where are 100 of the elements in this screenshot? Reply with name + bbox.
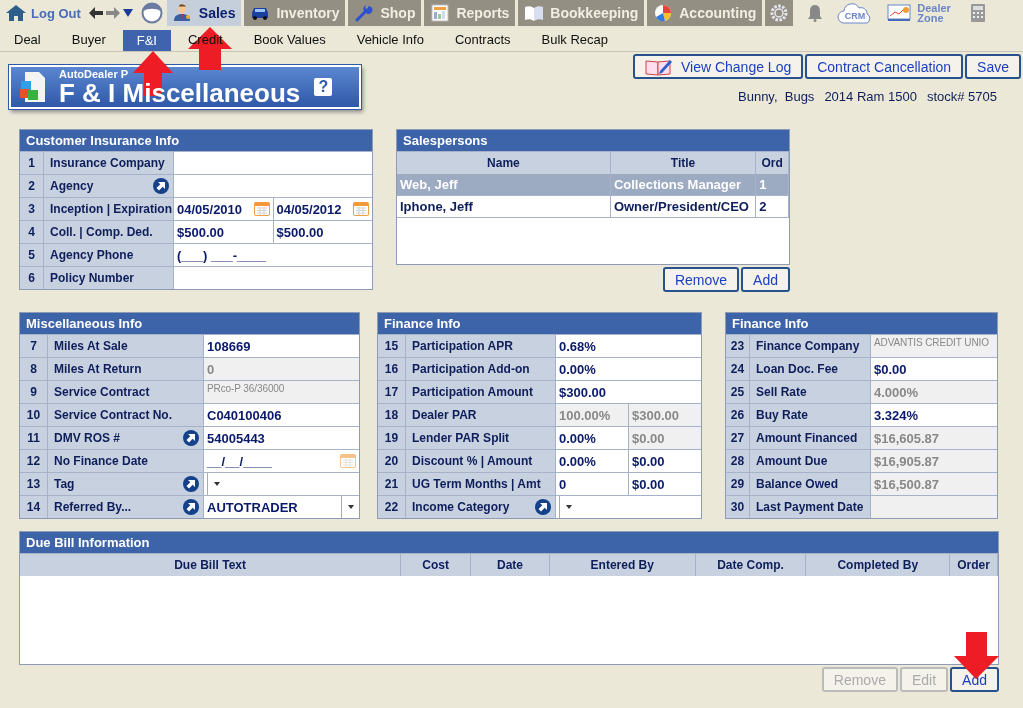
field-label: Participation APR: [412, 339, 513, 353]
row-number: 30: [730, 500, 745, 514]
column-header: Cost: [422, 558, 449, 572]
settings-icon[interactable]: [769, 3, 790, 23]
table-cell: Web, Jeff: [400, 177, 458, 192]
sub-tab[interactable]: Deal: [0, 29, 55, 51]
help-icon[interactable]: ?: [314, 78, 333, 96]
row-number: 8: [30, 362, 37, 376]
sub-tab[interactable]: Book Values: [239, 29, 340, 51]
sub-tab[interactable]: Buyer: [57, 29, 120, 51]
row-number: 20: [384, 454, 399, 468]
field-label: Finance Company: [756, 339, 860, 353]
arrow-circle-icon[interactable]: [535, 499, 551, 515]
calendar-icon[interactable]: [253, 202, 270, 216]
row-number: 26: [730, 408, 745, 422]
row-number: 27: [730, 431, 745, 445]
field-label: Agency: [50, 179, 94, 193]
column-header: Date: [497, 558, 523, 572]
calendar-icon[interactable]: [353, 202, 369, 216]
field-label: Amount Due: [756, 454, 828, 468]
field-label: UG Term Months | Amt: [412, 477, 541, 491]
row-number: 6: [28, 271, 35, 285]
row-number: 4: [28, 225, 35, 239]
field-label: Referred By...: [54, 500, 132, 514]
row-number: 23: [730, 339, 745, 353]
row-number: 13: [26, 477, 41, 491]
notebook-pen-icon: [644, 57, 673, 76]
field-label: No Finance Date: [54, 454, 149, 468]
row-number: 25: [730, 385, 745, 399]
table-row[interactable]: Iphone, Jeff Owner/President/CEO 2: [397, 196, 789, 218]
action-button[interactable]: Remove: [662, 267, 740, 292]
column-header: Name: [487, 156, 520, 170]
column-header: Completed By: [837, 558, 919, 572]
row-number: 11: [27, 431, 40, 445]
panel-title: Finance Info: [726, 313, 997, 334]
row-number: 29: [730, 477, 745, 491]
column-header: Date Comp.: [717, 558, 784, 572]
vehicle-name: 2014 Ram 1500: [824, 89, 917, 104]
field-label: Agency Phone: [50, 248, 134, 262]
column-header: Title: [670, 156, 696, 170]
row-number: 18: [384, 408, 399, 422]
row-number: 17: [384, 385, 399, 399]
column-header: Ord: [761, 156, 783, 170]
field-label: Policy Number: [50, 271, 135, 285]
table-cell: 2: [759, 199, 767, 214]
row-number: 5: [28, 248, 35, 262]
pie-chart-icon: [653, 3, 674, 23]
arrow-circle-icon[interactable]: [183, 499, 199, 515]
field-label: Balance Owed: [756, 477, 839, 491]
action-button[interactable]: Contract Cancellation: [805, 54, 964, 79]
field-label: Service Contract No.: [54, 408, 173, 422]
action-button[interactable]: Save: [965, 54, 1021, 79]
column-header: Entered By: [590, 558, 654, 572]
arrow-circle-icon[interactable]: [183, 430, 199, 446]
back-icon[interactable]: [88, 7, 103, 19]
panel-title: Customer Insurance Info: [20, 130, 372, 151]
sub-tab[interactable]: Vehicle Info: [342, 29, 438, 51]
calendar-icon[interactable]: [340, 454, 356, 468]
row-number: 21: [384, 477, 399, 491]
sub-tab[interactable]: Contracts: [440, 29, 525, 51]
row-number: 28: [730, 454, 745, 468]
row-number: 24: [730, 362, 745, 376]
field-label: Discount % | Amount: [412, 454, 533, 468]
panel-title: Salespersons: [397, 130, 789, 151]
table-cell: Collections Manager: [613, 177, 742, 192]
field-label: Loan Doc. Fee: [756, 362, 838, 376]
row-number: 16: [384, 362, 399, 376]
arrow-circle-icon[interactable]: [183, 476, 199, 492]
field-label: Last Payment Date: [756, 500, 864, 514]
panel-title: Miscellaneous Info: [20, 313, 359, 334]
action-button[interactable]: Add: [741, 267, 790, 292]
field-label: Participation Add-on: [412, 362, 530, 376]
dashboard-icon[interactable]: [887, 4, 912, 22]
row-number: 10: [26, 408, 41, 422]
calculator-icon[interactable]: [971, 4, 986, 22]
sub-tab[interactable]: F&I: [122, 30, 171, 51]
field-label: Participation Amount: [412, 385, 533, 399]
face-icon[interactable]: [140, 2, 163, 24]
arrow-circle-icon[interactable]: [153, 178, 169, 194]
field-label: Service Contract: [54, 385, 150, 399]
field-label: Miles At Return: [54, 362, 142, 376]
field-label: Miles At Sale: [54, 339, 128, 353]
dropdown-caret-icon[interactable]: [122, 9, 133, 17]
row-number: 7: [30, 339, 37, 353]
field-label: Sell Rate: [756, 385, 807, 399]
logout-link[interactable]: Log Out: [0, 0, 81, 26]
date-field[interactable]: 04/05/2012: [272, 198, 372, 220]
field-label: DMV ROS #: [54, 431, 120, 445]
action-button[interactable]: View Change Log: [632, 54, 804, 79]
module-tab[interactable]: Sales: [166, 0, 242, 26]
row-number: 1: [28, 156, 35, 170]
row-number: 19: [384, 431, 399, 445]
sub-tab[interactable]: Bulk Recap: [527, 29, 622, 51]
field-label: Coll. | Comp. Ded.: [50, 225, 153, 239]
field-label: Lender PAR Split: [412, 431, 510, 445]
row-number: 3: [28, 202, 35, 216]
row-number: 22: [384, 500, 399, 514]
panel-title: Finance Info: [378, 313, 701, 334]
bell-icon[interactable]: [807, 4, 824, 22]
stock-number: stock# 5705: [926, 89, 997, 104]
